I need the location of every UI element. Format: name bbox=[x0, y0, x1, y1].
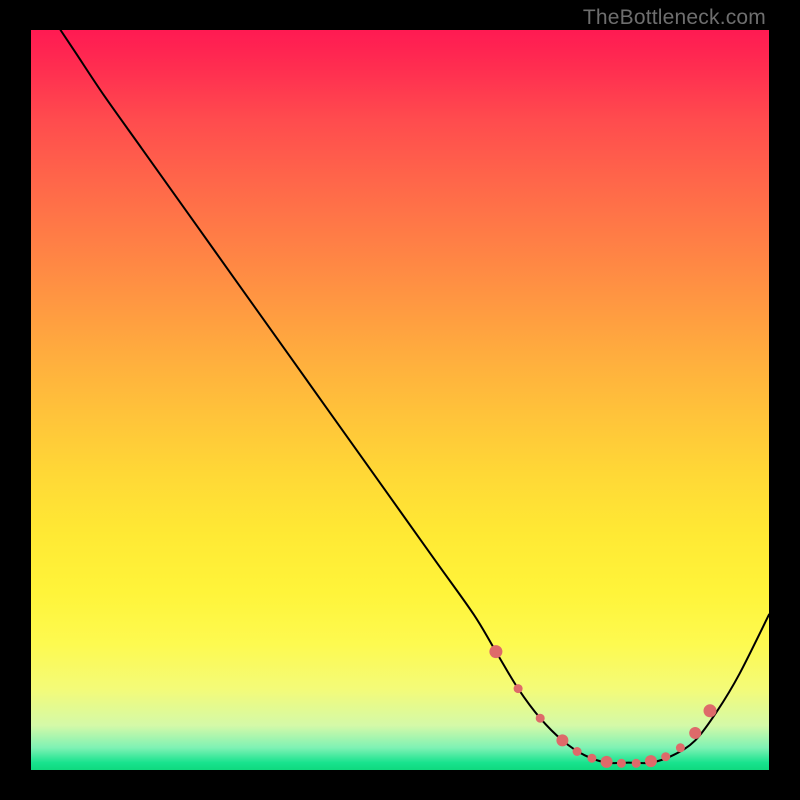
valley-marker bbox=[489, 645, 502, 658]
valley-marker bbox=[601, 756, 613, 768]
valley-marker bbox=[676, 743, 685, 752]
valley-marker bbox=[587, 754, 596, 763]
line-series bbox=[61, 30, 770, 763]
attribution-label: TheBottleneck.com bbox=[583, 6, 766, 30]
chart-frame: TheBottleneck.com bbox=[0, 0, 800, 800]
plot-area bbox=[31, 30, 769, 770]
valley-marker bbox=[645, 755, 657, 767]
valley-marker bbox=[556, 734, 568, 746]
chart-svg bbox=[31, 30, 769, 770]
valley-marker bbox=[661, 752, 670, 761]
valley-marker bbox=[536, 714, 545, 723]
valley-marker bbox=[573, 747, 582, 756]
valley-marker bbox=[617, 759, 626, 768]
valley-marker bbox=[704, 704, 717, 717]
valley-marker bbox=[689, 727, 701, 739]
valley-marker bbox=[632, 759, 641, 768]
bottleneck-curve bbox=[61, 30, 770, 763]
marker-group bbox=[489, 645, 716, 768]
valley-marker bbox=[514, 684, 523, 693]
